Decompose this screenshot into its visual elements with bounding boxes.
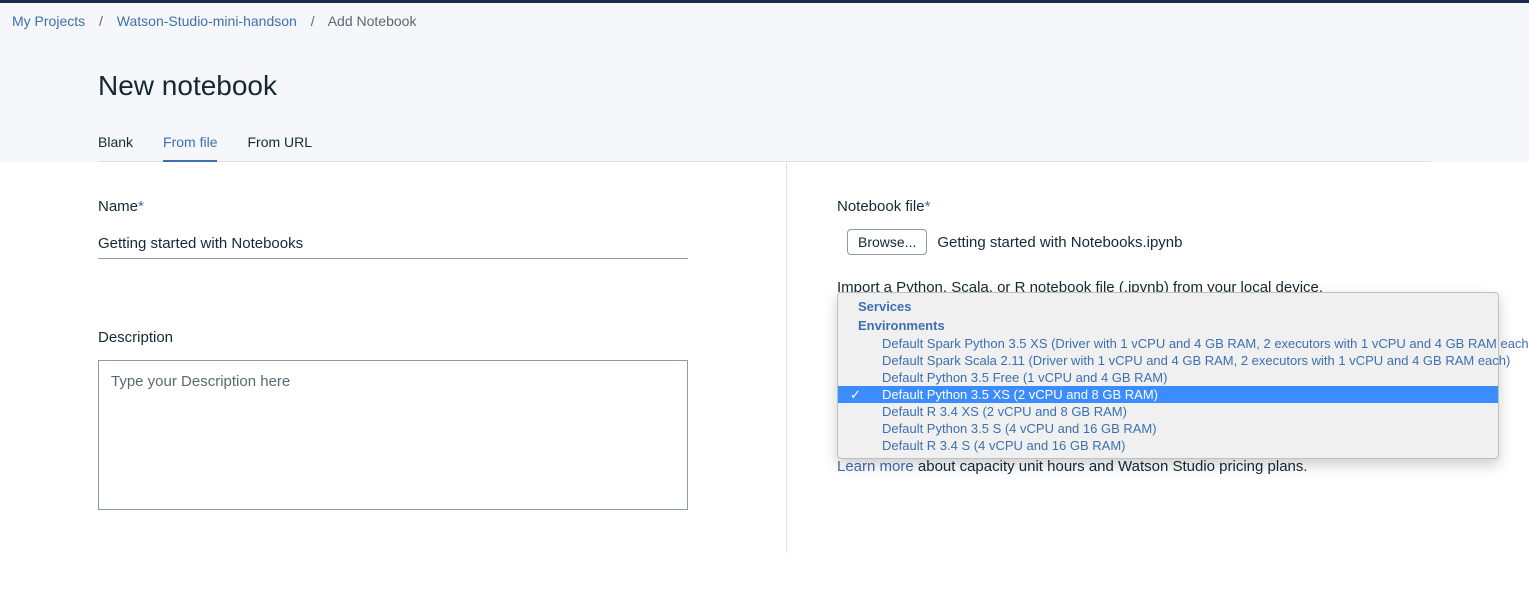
breadcrumb-project[interactable]: Watson-Studio-mini-handson <box>117 13 297 29</box>
runtime-option-selected[interactable]: Default Python 3.5 XS (2 vCPU and 8 GB R… <box>838 386 1498 403</box>
runtime-dropdown[interactable]: Services Environments Default Spark Pyth… <box>837 292 1499 459</box>
dropdown-group-environments: Environments <box>838 316 1498 335</box>
name-label: Name* <box>98 198 688 215</box>
runtime-option[interactable]: Default Python 3.5 S (4 vCPU and 16 GB R… <box>838 420 1498 437</box>
runtime-option[interactable]: Default Spark Python 3.5 XS (Driver with… <box>838 335 1498 352</box>
description-input[interactable] <box>98 360 688 510</box>
browse-button[interactable]: Browse... <box>847 229 927 255</box>
required-mark: * <box>925 198 931 215</box>
name-label-text: Name <box>98 198 138 215</box>
page-title: New notebook <box>98 70 1431 102</box>
runtime-option[interactable]: Default Python 3.5 Free (1 vCPU and 4 GB… <box>838 369 1498 386</box>
learn-more-tail: about capacity unit hours and Watson Stu… <box>914 458 1308 475</box>
breadcrumb: My Projects / Watson-Studio-mini-handson… <box>0 3 1529 40</box>
runtime-option[interactable]: Default R 3.4 XS (2 vCPU and 8 GB RAM) <box>838 403 1498 420</box>
runtime-option[interactable]: Default R 3.4 S (4 vCPU and 16 GB RAM) <box>838 437 1498 454</box>
tab-from-url[interactable]: From URL <box>247 134 312 162</box>
notebook-file-label-text: Notebook file <box>837 198 925 215</box>
tab-from-file[interactable]: From file <box>163 134 217 162</box>
tabs: Blank From file From URL <box>98 134 1431 162</box>
learn-more-link[interactable]: Learn more <box>837 458 914 475</box>
name-input[interactable] <box>98 229 688 259</box>
dropdown-group-services: Services <box>838 297 1498 316</box>
description-label: Description <box>98 329 688 346</box>
breadcrumb-current: Add Notebook <box>328 13 417 29</box>
learn-more-block: Learn more about capacity unit hours and… <box>837 458 1489 475</box>
selected-filename: Getting started with Notebooks.ipynb <box>937 234 1182 251</box>
breadcrumb-root[interactable]: My Projects <box>12 13 85 29</box>
breadcrumb-sep: / <box>311 13 315 29</box>
breadcrumb-sep: / <box>99 13 103 29</box>
required-mark: * <box>138 198 144 215</box>
notebook-file-label: Notebook file* <box>837 198 1489 215</box>
tab-blank[interactable]: Blank <box>98 134 133 162</box>
runtime-option[interactable]: Default Spark Scala 2.11 (Driver with 1 … <box>838 352 1498 369</box>
